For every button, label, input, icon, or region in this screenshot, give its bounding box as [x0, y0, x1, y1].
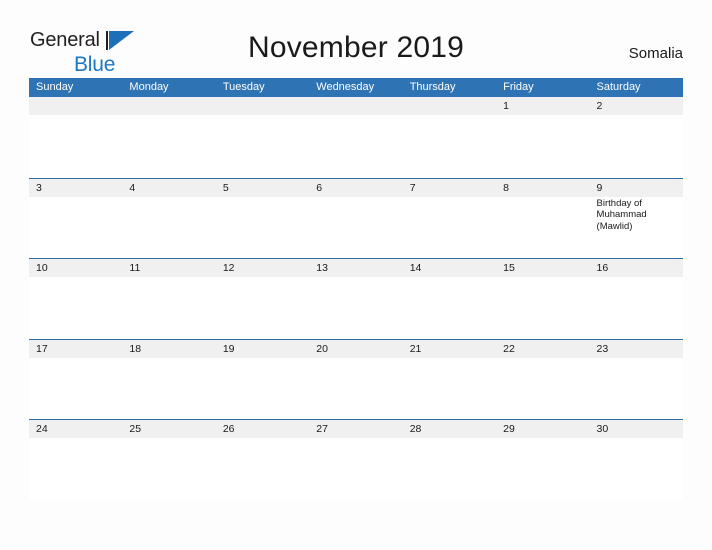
calendar-day-cell[interactable]: 30 — [589, 420, 683, 500]
calendar-grid: Sunday Monday Tuesday Wednesday Thursday… — [29, 78, 683, 500]
country-label: Somalia — [628, 45, 683, 62]
day-number: 26 — [222, 423, 235, 435]
day-number: 3 — [36, 181, 42, 194]
page-title: November 2019 — [247, 31, 465, 64]
calendar-day-cell[interactable]: 2 — [589, 97, 683, 178]
weekday-header-saturday: Saturday — [596, 81, 641, 93]
calendar-day-cell-empty — [402, 97, 497, 178]
calendar-day-cell[interactable]: 10 — [29, 259, 123, 339]
calendar-day-cell[interactable]: 25 — [122, 420, 216, 500]
day-number: 13 — [316, 262, 328, 274]
day-number: 19 — [222, 342, 235, 355]
day-number: 12 — [222, 262, 235, 274]
day-number: 16 — [596, 262, 609, 274]
day-number: 15 — [503, 262, 515, 274]
calendar-day-cell[interactable]: 6 — [309, 178, 403, 258]
calendar-day-cell[interactable]: 1 — [496, 97, 590, 178]
page-header: General Blue November 2019 Somalia — [0, 0, 712, 76]
day-number: 11 — [129, 262, 141, 274]
day-number: 7 — [409, 181, 416, 194]
day-number: 30 — [596, 423, 609, 435]
calendar-day-cell[interactable]: 5 — [215, 178, 310, 258]
weekday-header-monday: Monday — [129, 81, 169, 93]
day-number: 18 — [129, 342, 142, 355]
calendar-day-cell-empty — [309, 97, 403, 178]
day-number: 21 — [409, 342, 422, 355]
calendar-day-cell[interactable]: 27 — [309, 420, 403, 500]
weekday-header-thursday: Thursday — [409, 81, 456, 93]
calendar-day-cell[interactable]: 11 — [122, 259, 216, 339]
calendar-day-cell[interactable]: 19 — [215, 339, 310, 419]
calendar-day-cell-empty — [29, 97, 123, 178]
holiday-event: Birthday of Muhammad (Mawlid) — [596, 197, 647, 232]
calendar-weeks: 1 2 3 4 5 6 7 8 9 Birthday of Muhammad (Mawlid) 10… — [29, 97, 683, 500]
calendar-day-cell[interactable]: 28 — [402, 420, 497, 500]
calendar-day-cell[interactable]: 4 — [122, 178, 216, 258]
calendar-day-cell-empty — [215, 97, 310, 178]
calendar-day-cell[interactable]: 15 — [496, 259, 590, 339]
day-number: 29 — [503, 423, 515, 435]
calendar-day-cell[interactable]: 16 — [589, 259, 683, 339]
day-number: 5 — [222, 181, 229, 194]
calendar-day-cell[interactable]: 7 — [402, 178, 497, 258]
day-event-list: Birthday of Muhammad (Mawlid) — [590, 197, 683, 233]
day-number: 20 — [316, 342, 328, 355]
calendar-day-cell[interactable]: 22 — [496, 339, 590, 419]
day-number — [309, 97, 402, 115]
weekday-header-sunday: Sunday — [36, 81, 74, 93]
day-number: 28 — [409, 423, 422, 435]
day-number: 23 — [596, 342, 609, 355]
day-number: 25 — [129, 423, 142, 435]
calendar-week-row: 12 — [29, 97, 683, 178]
calendar-week-row: 24 25 26 27 28 29 30 — [29, 419, 683, 500]
calendar-day-cell[interactable]: 20 — [309, 339, 403, 419]
calendar-week-row: 17 18 19 20 21 22 23 — [29, 338, 683, 419]
day-number — [29, 97, 122, 115]
day-number: 1 — [503, 100, 509, 112]
day-number: 17 — [36, 342, 48, 355]
weekday-header-row: Sunday Monday Tuesday Wednesday Thursday… — [29, 78, 683, 97]
calendar-day-cell[interactable]: 21 — [402, 339, 497, 419]
day-number: 2 — [596, 100, 603, 112]
calendar-day-cell[interactable]: 18 — [122, 339, 216, 419]
calendar-day-cell-empty — [122, 97, 216, 178]
weekday-header-wednesday: Wednesday — [316, 81, 375, 93]
calendar-day-cell[interactable]: 17 — [29, 339, 123, 419]
day-number: 10 — [36, 262, 48, 274]
day-number: 4 — [129, 181, 136, 194]
day-number — [403, 97, 496, 115]
calendar-day-cell[interactable]: 14 — [402, 259, 497, 339]
day-number: 9 — [596, 181, 603, 194]
weekday-header-tuesday: Tuesday — [222, 81, 265, 93]
day-number: 8 — [503, 181, 509, 194]
day-number: 27 — [316, 423, 328, 435]
calendar-day-cell[interactable]: 8 — [496, 178, 590, 258]
calendar-week-row: 3 4 5 6 7 8 9 Birthday of Muhammad (Mawlid) — [29, 177, 683, 258]
calendar-day-cell[interactable]: 23 — [589, 339, 683, 419]
calendar-day-cell[interactable]: 13 — [309, 259, 403, 339]
calendar-day-cell[interactable]: 26 — [215, 420, 310, 500]
day-number: 22 — [503, 342, 515, 355]
calendar-page: General Blue November 2019 Somalia Sunda… — [0, 0, 712, 550]
calendar-week-row: 10 11 12 13 14 15 16 — [29, 258, 683, 339]
day-number — [216, 97, 309, 115]
day-number: 6 — [316, 181, 323, 194]
weekday-header-friday: Friday — [503, 81, 534, 93]
day-number: 24 — [36, 423, 48, 435]
calendar-day-cell[interactable]: 29 — [496, 420, 590, 500]
calendar-day-cell[interactable]: 24 — [29, 420, 123, 500]
calendar-day-cell[interactable]: 3 — [29, 178, 123, 258]
calendar-day-cell[interactable]: 9 Birthday of Muhammad (Mawlid) — [589, 178, 683, 258]
day-number: 14 — [409, 262, 422, 274]
day-number — [122, 97, 215, 115]
calendar-day-cell[interactable]: 12 — [215, 259, 310, 339]
